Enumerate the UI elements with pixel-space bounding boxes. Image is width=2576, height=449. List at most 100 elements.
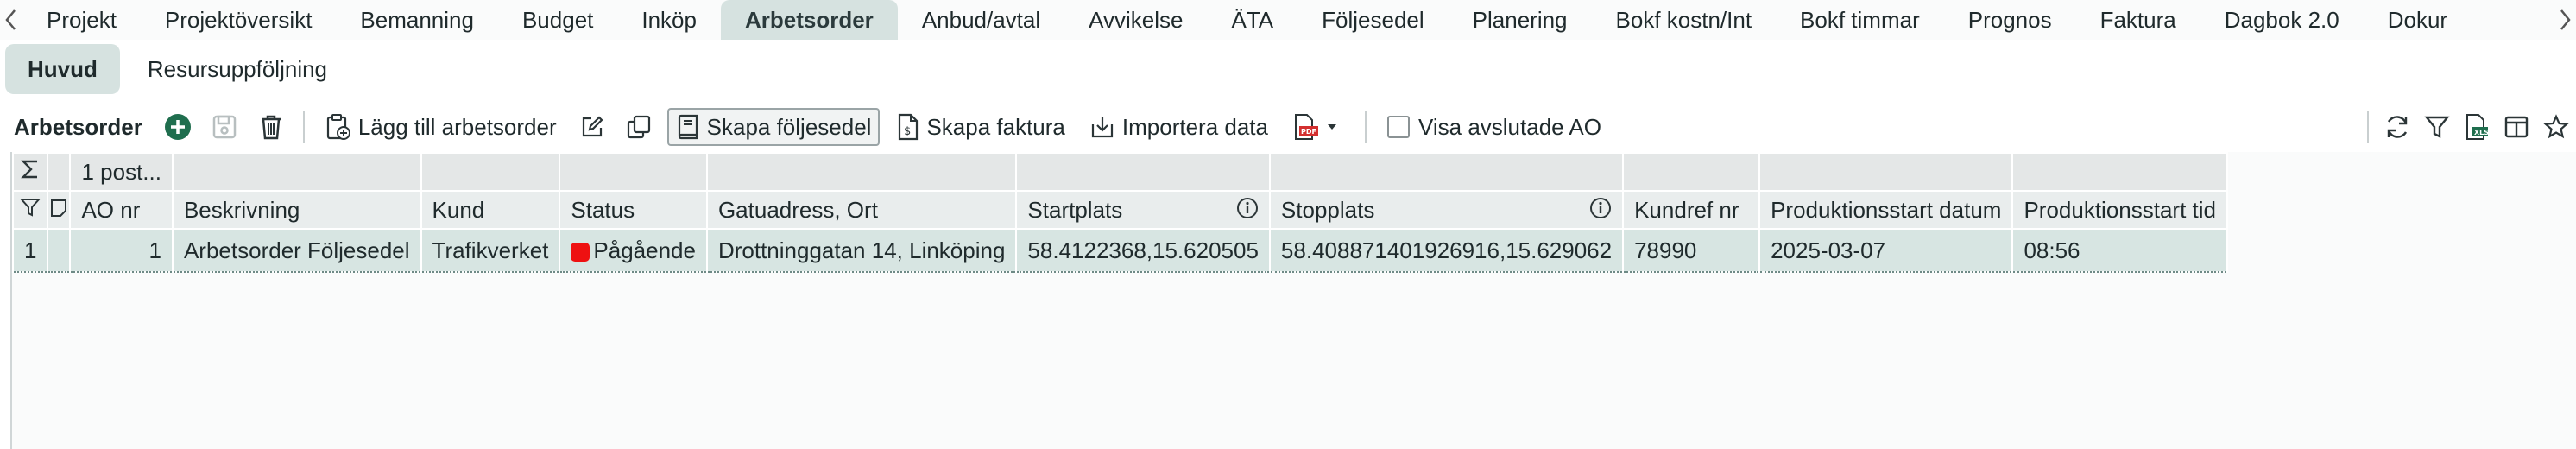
import-icon bbox=[1091, 117, 1113, 138]
cell-description[interactable]: Arbetsorder Följesedel bbox=[171, 228, 422, 273]
svg-text:$: $ bbox=[904, 125, 911, 138]
cell-stop-location[interactable]: 58.408871401926916,15.629062 bbox=[1268, 228, 1625, 273]
delete-icon[interactable] bbox=[256, 112, 286, 142]
note-icon bbox=[51, 199, 67, 217]
sum-icon bbox=[21, 160, 38, 178]
cell-status[interactable]: Pågående bbox=[559, 228, 708, 273]
record-count: 1 post... bbox=[69, 152, 174, 192]
tab-faktura[interactable]: Faktura bbox=[2076, 0, 2200, 40]
svg-text:PDF: PDF bbox=[1301, 128, 1316, 136]
tab-dokur[interactable]: Dokur bbox=[2364, 0, 2472, 40]
subtab-resources[interactable]: Resursuppföljning bbox=[125, 44, 350, 94]
svg-text:XLS: XLS bbox=[2474, 129, 2489, 136]
col-header-status[interactable]: Status bbox=[559, 190, 708, 230]
col-header-customer[interactable]: Kund bbox=[420, 190, 561, 230]
cell-address[interactable]: Drottninggatan 14, Linköping bbox=[705, 228, 1018, 273]
section-title: Arbetsorder bbox=[14, 113, 142, 140]
toolbar-separator bbox=[1364, 111, 1367, 143]
tab-arbetsorder[interactable]: Arbetsorder bbox=[720, 0, 898, 40]
show-finished-checkbox[interactable] bbox=[1386, 116, 1410, 138]
create-delivery-note-label: Skapa följesedel bbox=[706, 113, 872, 140]
create-delivery-note-button[interactable]: Skapa följesedel bbox=[666, 108, 881, 146]
col-header-prod-start-date[interactable]: Produktionsstart datum bbox=[1758, 190, 2014, 230]
book-icon bbox=[678, 114, 698, 140]
col-header-description[interactable]: Beskrivning bbox=[171, 190, 422, 230]
col-header-stop-location[interactable]: Stopplats bbox=[1268, 190, 1625, 230]
col-header-prod-start-time[interactable]: Produktionsstart tid bbox=[2011, 190, 2229, 230]
summary-row: 1 post... bbox=[11, 152, 2229, 192]
add-work-order-button[interactable]: Lägg till arbetsorder bbox=[319, 110, 564, 144]
toolbar-right: XLS bbox=[2358, 105, 2576, 149]
sum-cell bbox=[559, 152, 708, 192]
sum-icon-cell bbox=[11, 152, 49, 192]
filter-cell[interactable] bbox=[11, 190, 49, 230]
filter-row-icon bbox=[20, 198, 41, 217]
status-text: Pågående bbox=[593, 237, 696, 263]
sum-cell bbox=[705, 152, 1018, 192]
tab-avvikelse[interactable]: Avvikelse bbox=[1064, 0, 1207, 40]
sub-tab-bar: Huvud Resursuppföljning bbox=[0, 43, 355, 95]
tab-list: Projekt Projektöversikt Bemanning Budget Ink… bbox=[22, 0, 2576, 40]
import-data-button[interactable]: Importera data bbox=[1083, 110, 1275, 144]
tab-bokf-kostn-int[interactable]: Bokf kostn/Int bbox=[1592, 0, 1777, 40]
tab-bemanning[interactable]: Bemanning bbox=[336, 0, 498, 40]
filter-icon[interactable] bbox=[2422, 112, 2452, 142]
excel-export-icon[interactable]: XLS bbox=[2462, 112, 2491, 142]
col-header-address[interactable]: Gatuadress, Ort bbox=[705, 190, 1018, 230]
pdf-icon: PDF bbox=[1294, 114, 1318, 140]
tab-dagbok-2-0[interactable]: Dagbok 2.0 bbox=[2200, 0, 2364, 40]
add-icon[interactable] bbox=[163, 112, 193, 142]
show-finished-toggle[interactable]: Visa avslutade AO bbox=[1380, 110, 1608, 144]
tab-planering[interactable]: Planering bbox=[1449, 0, 1592, 40]
col-header-customer-ref[interactable]: Kundref nr bbox=[1622, 190, 1761, 230]
cell-customer[interactable]: Trafikverket bbox=[420, 228, 561, 273]
cell-prod-start-date[interactable]: 2025-03-07 bbox=[1758, 228, 2014, 273]
tab-bokf-timmar[interactable]: Bokf timmar bbox=[1776, 0, 1944, 40]
tab-budget[interactable]: Budget bbox=[498, 0, 617, 40]
module-tab-bar: Projekt Projektöversikt Bemanning Budget Ink… bbox=[0, 0, 2576, 40]
cell-customer-ref[interactable]: 78990 bbox=[1622, 228, 1761, 273]
copy-icon[interactable] bbox=[624, 112, 653, 142]
toolbar: Arbetsorder Lägg till arbetsorder Skapa … bbox=[0, 105, 2576, 149]
sum-cell bbox=[2011, 152, 2229, 192]
cell-start-location[interactable]: 58.4122368,15.620505 bbox=[1015, 228, 1271, 273]
create-invoice-label: Skapa faktura bbox=[926, 113, 1065, 140]
tab-anbud-avtal[interactable]: Anbud/avtal bbox=[898, 0, 1064, 40]
tab-projekt[interactable]: Projekt bbox=[22, 0, 141, 40]
cell-prod-start-time[interactable]: 08:56 bbox=[2011, 228, 2229, 273]
tab-prognos[interactable]: Prognos bbox=[1944, 0, 2076, 40]
table-row[interactable]: 1 1 Arbetsorder Följesedel Trafikverket … bbox=[11, 228, 2229, 273]
toolbar-separator bbox=[302, 111, 305, 143]
row-select-cell[interactable] bbox=[47, 228, 72, 273]
edit-icon[interactable] bbox=[578, 112, 607, 142]
save-icon[interactable] bbox=[210, 112, 239, 142]
sum-cell bbox=[47, 152, 72, 192]
info-icon bbox=[1590, 197, 1612, 218]
add-work-order-label: Lägg till arbetsorder bbox=[357, 113, 557, 140]
create-invoice-button[interactable]: $ Skapa faktura bbox=[890, 110, 1071, 144]
col-header-start-location[interactable]: Startplats bbox=[1015, 190, 1271, 230]
work-order-grid: 1 post... AO nr Beskrivning Kund Status … bbox=[10, 152, 2576, 449]
select-cell[interactable] bbox=[47, 190, 72, 230]
subtab-main[interactable]: Huvud bbox=[5, 44, 120, 94]
sum-cell bbox=[171, 152, 422, 192]
pdf-export-menu[interactable]: PDF bbox=[1285, 110, 1351, 144]
tab-inköp[interactable]: Inköp bbox=[617, 0, 721, 40]
tab-följesedel[interactable]: Följesedel bbox=[1297, 0, 1449, 40]
scroll-right-icon[interactable] bbox=[2554, 0, 2576, 40]
sum-cell bbox=[420, 152, 561, 192]
sum-cell bbox=[1268, 152, 1625, 192]
import-data-label: Importera data bbox=[1121, 113, 1268, 140]
tab-äta[interactable]: ÄTA bbox=[1208, 0, 1298, 40]
star-icon[interactable] bbox=[2541, 112, 2571, 142]
tab-projektöversikt[interactable]: Projektöversikt bbox=[141, 0, 337, 40]
caret-down-icon bbox=[1327, 124, 1336, 130]
invoice-icon: $ bbox=[899, 113, 919, 141]
col-header-stop-location-label: Stopplats bbox=[1280, 196, 1375, 223]
col-header-ao-nr[interactable]: AO nr bbox=[69, 190, 174, 230]
columns-icon[interactable] bbox=[2502, 112, 2531, 142]
refresh-icon[interactable] bbox=[2383, 112, 2412, 142]
cell-ao-nr[interactable]: 1 bbox=[69, 228, 174, 273]
show-finished-label: Visa avslutade AO bbox=[1417, 113, 1601, 140]
scroll-left-icon[interactable] bbox=[0, 0, 22, 40]
